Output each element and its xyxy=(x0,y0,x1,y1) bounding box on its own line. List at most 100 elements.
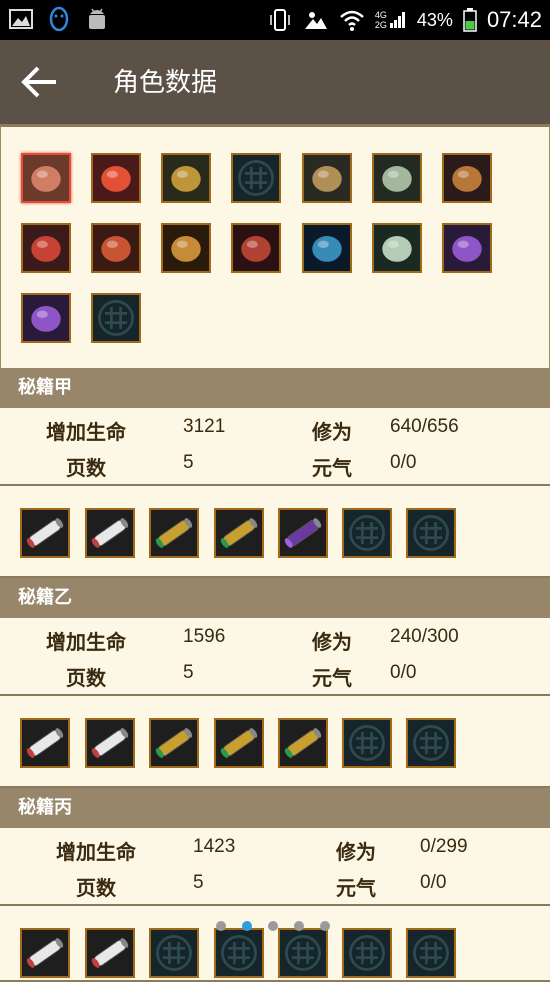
scroll-slot[interactable] xyxy=(85,718,135,768)
claw-equip-icon xyxy=(374,155,420,201)
pages-label: 页数 xyxy=(66,666,106,690)
life-label: 增加生命 xyxy=(56,840,136,864)
scroll-slot-empty[interactable] xyxy=(342,928,392,978)
stats-block: 增加生命 3121 修为 640/656 页数 5 元气 0/0 xyxy=(0,408,550,484)
empty-slot-emblem-icon xyxy=(344,720,390,766)
green-scroll-icon xyxy=(216,510,262,556)
purple-scroll-icon xyxy=(280,510,326,556)
empty-slot-emblem-icon xyxy=(344,510,390,556)
equipment-slot[interactable] xyxy=(91,153,141,203)
flame-orb-equip-icon xyxy=(93,155,139,201)
equipment-slot[interactable] xyxy=(21,223,71,273)
network-type-top: 4G xyxy=(374,10,387,20)
equipment-slot[interactable] xyxy=(302,223,352,273)
cultivation-label: 修为 xyxy=(312,420,352,444)
cultivation-value: 240/300 xyxy=(390,626,459,647)
page-dot[interactable] xyxy=(320,921,330,931)
empty-slot-emblem-icon xyxy=(408,930,454,976)
scroll-slot[interactable] xyxy=(278,508,328,558)
stats-block: 增加生命 1596 修为 240/300 页数 5 元气 0/0 xyxy=(0,618,550,694)
green-scroll-icon xyxy=(151,720,197,766)
gourd-equip-icon xyxy=(23,295,69,341)
back-arrow-icon xyxy=(21,66,56,98)
scroll-slot-empty[interactable] xyxy=(149,928,199,978)
page-indicator xyxy=(216,921,330,931)
scroll-slot-empty[interactable] xyxy=(406,928,456,978)
green-scroll-icon xyxy=(280,720,326,766)
scroll-slot-empty[interactable] xyxy=(406,718,456,768)
vitality-label: 元气 xyxy=(312,666,352,690)
equipment-slot[interactable] xyxy=(161,153,211,203)
scroll-slot-empty[interactable] xyxy=(214,928,264,978)
status-bar: 4G 2G 43% 07:42 xyxy=(0,0,550,40)
equipment-slot[interactable] xyxy=(21,293,71,343)
equipment-slot[interactable] xyxy=(21,153,71,203)
battery-percent: 43% xyxy=(416,9,453,30)
white-scroll-icon xyxy=(22,510,68,556)
section-header: 秘籍乙 xyxy=(0,578,550,618)
equipment-slot-empty[interactable] xyxy=(91,293,141,343)
equipment-slot[interactable] xyxy=(442,153,492,203)
equipment-slot[interactable] xyxy=(442,223,492,273)
white-scroll-icon xyxy=(87,510,133,556)
qq-penguin-icon xyxy=(46,6,72,32)
scroll-slot[interactable] xyxy=(85,928,135,978)
vitality-label: 元气 xyxy=(312,456,352,480)
boots-equip-icon xyxy=(233,225,279,271)
page-dot[interactable] xyxy=(242,921,252,931)
scroll-slot[interactable] xyxy=(278,718,328,768)
scroll-slot-empty[interactable] xyxy=(342,508,392,558)
pages-value: 5 xyxy=(193,872,204,893)
scroll-slot[interactable] xyxy=(85,508,135,558)
scroll-slot[interactable] xyxy=(149,508,199,558)
page-dot[interactable] xyxy=(294,921,304,931)
signal-icon: 4G 2G xyxy=(375,10,407,30)
equipment-slot[interactable] xyxy=(161,223,211,273)
scroll-slot[interactable] xyxy=(20,718,70,768)
stats-block: 增加生命 1423 修为 0/299 页数 5 元气 0/0 xyxy=(0,828,550,904)
red-armor-equip-icon xyxy=(93,225,139,271)
mount-equip-icon xyxy=(163,155,209,201)
scroll-slots-panel xyxy=(0,904,550,982)
equipment-slot[interactable] xyxy=(231,223,281,273)
page-dot[interactable] xyxy=(216,921,226,931)
green-scroll-icon xyxy=(216,720,262,766)
equipment-slot[interactable] xyxy=(372,153,422,203)
scroll-slot[interactable] xyxy=(20,928,70,978)
hat-equip-icon xyxy=(304,155,350,201)
section-header: 秘籍丙 xyxy=(0,788,550,828)
staff-equip-icon xyxy=(163,225,209,271)
equipment-slot[interactable] xyxy=(372,223,422,273)
scroll-slot[interactable] xyxy=(214,718,264,768)
scroll-slot[interactable] xyxy=(214,508,264,558)
scroll-slot[interactable] xyxy=(149,718,199,768)
white-scroll-icon xyxy=(87,930,133,976)
armor-equip-icon xyxy=(23,155,69,201)
scroll-slot-empty[interactable] xyxy=(278,928,328,978)
network-type-bottom: 2G xyxy=(374,20,387,30)
vitality-value: 0/0 xyxy=(420,872,447,893)
android-debug-icon xyxy=(84,6,110,32)
clock: 07:42 xyxy=(486,7,542,32)
scroll-slot[interactable] xyxy=(20,508,70,558)
battery-icon xyxy=(463,8,477,32)
empty-slot-emblem-icon xyxy=(151,930,197,976)
vitality-label: 元气 xyxy=(336,876,376,900)
life-value: 3121 xyxy=(183,416,226,437)
life-label: 增加生命 xyxy=(46,630,126,654)
cape-equip-icon xyxy=(304,225,350,271)
white-scroll-icon xyxy=(87,720,133,766)
equipment-panel xyxy=(0,124,550,368)
vibrate-icon xyxy=(267,7,293,33)
scroll-slot-empty[interactable] xyxy=(406,508,456,558)
equipment-slot-empty[interactable] xyxy=(231,153,281,203)
equipment-slot[interactable] xyxy=(91,223,141,273)
page-dot[interactable] xyxy=(268,921,278,931)
weather-icon xyxy=(303,7,329,33)
equipment-slot[interactable] xyxy=(302,153,352,203)
pages-value: 5 xyxy=(183,662,194,683)
scroll-slot-empty[interactable] xyxy=(342,718,392,768)
empty-slot-emblem-icon xyxy=(93,295,139,341)
pages-label: 页数 xyxy=(66,456,106,480)
back-button[interactable] xyxy=(18,60,62,104)
